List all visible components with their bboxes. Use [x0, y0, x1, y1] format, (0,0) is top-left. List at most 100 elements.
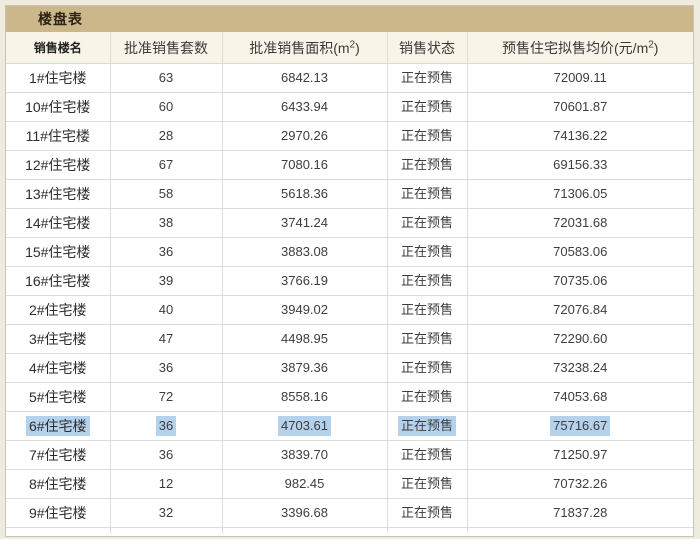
cell-units: 28: [110, 121, 223, 151]
table-row[interactable]: 6#住宅楼 36 4703.61 正在预售 75716.67: [6, 411, 693, 441]
cell-value: 正在预售: [400, 360, 453, 376]
cell-area: 2970.26: [222, 121, 388, 151]
cell-value: 正在预售: [400, 447, 453, 463]
cell-value: 36: [158, 244, 174, 260]
header-sales-status: 销售状态: [387, 32, 468, 64]
cell-area: 3839.70: [222, 440, 388, 470]
cell-value: 5618.36: [281, 186, 328, 202]
cell-value: 正在预售: [400, 505, 453, 521]
cell-value: 3#住宅楼: [28, 330, 87, 347]
cell-status: 正在预售: [387, 63, 468, 93]
cell-price: 71837.28: [467, 498, 693, 528]
cell-value: 正在预售: [400, 215, 453, 231]
table-row[interactable]: 16#住宅楼 39 3766.19 正在预售 70735.06: [6, 266, 693, 296]
cell-price: 74136.22: [467, 121, 693, 151]
cell-value: 36: [158, 447, 174, 463]
table-row[interactable]: 8#住宅楼 12 982.45 正在预售 70732.26: [6, 469, 693, 499]
empty-cell: [387, 527, 468, 533]
cell-value: 1#住宅楼: [28, 69, 87, 86]
cell-value: 47: [158, 331, 174, 347]
table-row[interactable]: 12#住宅楼 67 7080.16 正在预售 69156.33: [6, 150, 693, 180]
cell-area: 3879.36: [222, 353, 388, 383]
cell-name: 2#住宅楼: [6, 295, 111, 325]
cell-units: 32: [110, 498, 223, 528]
table-row[interactable]: 14#住宅楼 38 3741.24 正在预售 72031.68: [6, 208, 693, 238]
cell-area: 3949.02: [222, 295, 388, 325]
cell-name: 3#住宅楼: [6, 324, 111, 354]
cell-area: 3766.19: [222, 266, 388, 296]
cell-value: 72076.84: [553, 302, 608, 318]
cell-value: 72: [158, 389, 174, 405]
cell-value: 正在预售: [400, 99, 453, 115]
table-row[interactable]: 10#住宅楼 60 6433.94 正在预售 70601.87: [6, 92, 693, 122]
cell-area: 3741.24: [222, 208, 388, 238]
table-row[interactable]: 2#住宅楼 40 3949.02 正在预售 72076.84: [6, 295, 693, 325]
cell-name: 9#住宅楼: [6, 498, 111, 528]
cell-area: 4498.95: [222, 324, 388, 354]
cell-value: 38: [158, 215, 174, 231]
cell-value: 39: [158, 273, 174, 289]
cell-units: 38: [110, 208, 223, 238]
cell-value: 71306.05: [553, 186, 608, 202]
cell-price: 72009.11: [467, 63, 693, 93]
cell-value: 11#住宅楼: [25, 127, 90, 144]
cell-value: 6433.94: [281, 99, 328, 115]
cell-value: 12: [158, 476, 174, 492]
empty-cell: [110, 527, 223, 533]
cell-value: 12#住宅楼: [25, 156, 91, 173]
cell-status: 正在预售: [387, 266, 468, 296]
table-row[interactable]: 11#住宅楼 28 2970.26 正在预售 74136.22: [6, 121, 693, 151]
cell-value: 72031.68: [553, 215, 608, 231]
cell-area: 982.45: [222, 469, 388, 499]
table-row[interactable]: 1#住宅楼 63 6842.13 正在预售 72009.11: [6, 63, 693, 93]
partial-clipped-row: [6, 527, 693, 533]
table-row[interactable]: 3#住宅楼 47 4498.95 正在预售 72290.60: [6, 324, 693, 354]
cell-status: 正在预售: [387, 440, 468, 470]
cell-name: 5#住宅楼: [6, 382, 111, 412]
cell-price: 72076.84: [467, 295, 693, 325]
table-row[interactable]: 5#住宅楼 72 8558.16 正在预售 74053.68: [6, 382, 693, 412]
table-row[interactable]: 15#住宅楼 36 3883.08 正在预售 70583.06: [6, 237, 693, 267]
cell-status: 正在预售: [387, 92, 468, 122]
cell-value: 8558.16: [281, 389, 328, 405]
table-row[interactable]: 13#住宅楼 58 5618.36 正在预售 71306.05: [6, 179, 693, 209]
cell-value: 40: [158, 302, 174, 318]
cell-value: 正在预售: [400, 70, 453, 86]
cell-status: 正在预售: [387, 237, 468, 267]
cell-status: 正在预售: [387, 353, 468, 383]
cell-units: 67: [110, 150, 223, 180]
cell-value: 8#住宅楼: [28, 475, 87, 492]
cell-units: 12: [110, 469, 223, 499]
cell-status: 正在预售: [387, 411, 468, 441]
cell-name: 1#住宅楼: [6, 63, 111, 93]
table-row[interactable]: 4#住宅楼 36 3879.36 正在预售 73238.24: [6, 353, 693, 383]
cell-price: 73238.24: [467, 353, 693, 383]
cell-status: 正在预售: [387, 382, 468, 412]
cell-area: 4703.61: [222, 411, 388, 441]
cell-value: 正在预售: [400, 128, 453, 144]
cell-value: 36: [155, 416, 177, 436]
building-sales-table: 销售楼名 批准销售套数 批准销售面积(m2) 销售状态 预售住宅拟售均价(元/m…: [6, 32, 693, 533]
cell-value: 正在预售: [400, 476, 453, 492]
cell-value: 75716.67: [550, 416, 611, 436]
table-row[interactable]: 9#住宅楼 32 3396.68 正在预售 71837.28: [6, 498, 693, 528]
cell-name: 6#住宅楼: [6, 411, 111, 441]
cell-value: 14#住宅楼: [25, 214, 91, 231]
cell-name: 4#住宅楼: [6, 353, 111, 383]
cell-value: 74053.68: [553, 389, 608, 405]
cell-status: 正在预售: [387, 208, 468, 238]
cell-value: 70735.06: [553, 273, 608, 289]
cell-name: 12#住宅楼: [6, 150, 111, 180]
table-row[interactable]: 7#住宅楼 36 3839.70 正在预售 71250.97: [6, 440, 693, 470]
cell-value: 2970.26: [281, 128, 328, 144]
panel-title-bar: 楼盘表: [6, 6, 693, 32]
cell-value: 9#住宅楼: [28, 504, 87, 521]
table-body: 1#住宅楼 63 6842.13 正在预售 72009.11 10#住宅楼 60 6433.9…: [6, 63, 693, 533]
cell-price: 70583.06: [467, 237, 693, 267]
header-building-name: 销售楼名: [6, 32, 111, 64]
cell-units: 40: [110, 295, 223, 325]
cell-value: 71837.28: [553, 505, 608, 521]
cell-value: 72290.60: [553, 331, 608, 347]
cell-price: 75716.67: [467, 411, 693, 441]
cell-price: 70732.26: [467, 469, 693, 499]
